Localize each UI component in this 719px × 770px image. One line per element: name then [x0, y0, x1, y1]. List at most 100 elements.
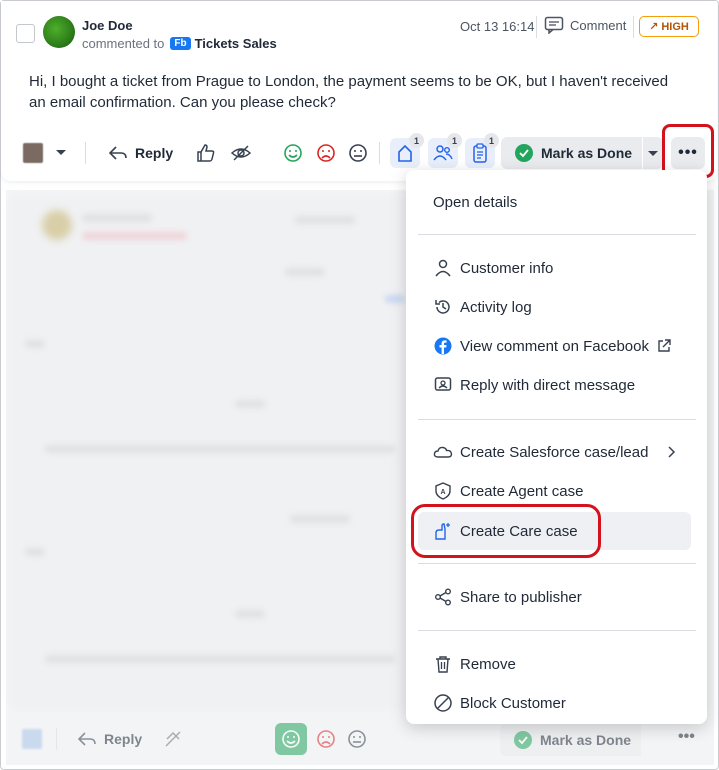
clipboard-counter[interactable]: 1	[465, 133, 499, 168]
person-icon	[433, 258, 453, 278]
care-case-counter[interactable]: 1	[390, 133, 424, 168]
action-text: commented to	[82, 36, 165, 51]
menu-item-remove[interactable]: Remove	[418, 646, 690, 682]
mark-as-done-label: Mark as Done	[541, 145, 633, 161]
check-icon	[514, 731, 532, 749]
bottom-mark-done-button[interactable]: Mark as Done	[500, 724, 641, 756]
bottom-neutral-sentiment-icon[interactable]	[346, 728, 368, 750]
blurred-line	[290, 515, 350, 523]
menu-item-label: Reply with direct message	[460, 376, 636, 394]
divider	[536, 16, 537, 38]
hide-icon[interactable]	[163, 728, 183, 750]
counter-badge: 1	[484, 133, 499, 148]
check-icon	[515, 144, 533, 162]
bottom-reply-button[interactable]: Reply	[78, 728, 142, 750]
bottom-more-button[interactable]: •••	[678, 728, 695, 746]
hide-icon[interactable]	[230, 142, 252, 164]
menu-item-label: Remove	[460, 655, 516, 673]
bottom-reply-label: Reply	[104, 731, 143, 747]
reply-button[interactable]: Reply	[109, 143, 173, 163]
facebook-icon	[433, 336, 453, 356]
positive-sentiment-icon[interactable]	[282, 142, 304, 164]
reply-label: Reply	[135, 145, 174, 161]
menu-item-activity-log[interactable]: Activity log	[418, 289, 690, 325]
divider	[633, 16, 634, 38]
menu-item-label: Block Customer	[460, 694, 566, 712]
menu-item-label: View comment on Facebook	[460, 337, 649, 355]
negative-sentiment-icon[interactable]	[315, 142, 337, 164]
more-options-menu: Open details Customer info Activity log …	[406, 170, 707, 724]
mark-as-done-button[interactable]: Mark as Done	[501, 137, 642, 169]
menu-item-share-to-publisher[interactable]: Share to publisher	[418, 579, 690, 615]
divider	[379, 142, 380, 164]
bottom-toolbar: Reply Mark as Done •••	[0, 720, 716, 760]
menu-item-block-customer[interactable]: Block Customer	[418, 685, 690, 721]
blurred-line	[25, 340, 45, 348]
blurred-line	[82, 214, 152, 222]
trash-icon	[433, 654, 453, 674]
like-icon[interactable]	[195, 142, 217, 164]
blurred-line	[82, 232, 187, 240]
chevron-down-icon	[648, 150, 658, 156]
priority-badge[interactable]: ↗ HIGH	[639, 16, 699, 37]
post-card: Joe Doe commented to Fb Tickets Sales Oc…	[1, 1, 717, 181]
comment-icon	[544, 16, 564, 34]
blurred-line	[45, 445, 395, 453]
reply-arrow-icon	[78, 732, 96, 746]
post-subtitle: commented to Fb Tickets Sales	[82, 36, 277, 51]
reply-arrow-icon	[109, 146, 127, 160]
share-icon	[433, 587, 453, 607]
menu-item-label: Create Salesforce case/lead	[460, 443, 649, 461]
menu-divider	[418, 563, 696, 564]
bottom-negative-sentiment-icon[interactable]	[315, 728, 337, 750]
highlight-create-care-case	[411, 504, 601, 558]
salesforce-cloud-icon	[433, 442, 453, 462]
block-icon	[433, 693, 453, 713]
agent-shield-icon: A	[433, 481, 453, 501]
arrow-up-right-icon: ↗	[649, 21, 659, 33]
menu-item-label: Open details	[433, 193, 518, 211]
blurred-line	[285, 268, 325, 276]
menu-divider	[418, 419, 696, 420]
blurred-line	[235, 610, 265, 618]
select-checkbox[interactable]	[16, 24, 35, 43]
avatar	[43, 16, 75, 48]
menu-item-reply-direct-message[interactable]: Reply with direct message	[418, 367, 690, 403]
svg-text:A: A	[440, 489, 445, 496]
menu-item-label: Activity log	[460, 298, 532, 316]
chevron-down-icon[interactable]	[56, 150, 66, 155]
post-date: Oct 13 16:14	[460, 19, 535, 34]
author-name[interactable]: Joe Doe	[82, 18, 133, 33]
priority-label: HIGH	[661, 20, 689, 33]
direct-message-icon	[433, 375, 453, 395]
channel-name[interactable]: Tickets Sales	[195, 36, 277, 51]
people-counter[interactable]: 1	[428, 133, 462, 168]
external-link-icon	[657, 339, 671, 353]
menu-divider	[418, 630, 696, 631]
mark-as-done-dropdown[interactable]	[643, 137, 663, 169]
menu-item-open-details[interactable]: Open details	[418, 184, 690, 220]
history-icon	[433, 297, 453, 317]
menu-item-label: Share to publisher	[460, 588, 582, 606]
neutral-sentiment-icon[interactable]	[347, 142, 369, 164]
menu-item-create-salesforce[interactable]: Create Salesforce case/lead	[418, 434, 690, 470]
blurred-line	[385, 295, 405, 303]
divider	[56, 728, 57, 750]
menu-item-label: Customer info	[460, 259, 554, 277]
post-toolbar: Reply 1 1 1 Mark as Done •••	[1, 133, 717, 173]
blurred-avatar	[42, 210, 72, 240]
post-message: Hi, I bought a ticket from Prague to Lon…	[29, 73, 669, 111]
blurred-line	[295, 216, 355, 224]
bottom-positive-sentiment-icon[interactable]	[275, 723, 307, 755]
blurred-line	[45, 655, 395, 663]
menu-item-label: Create Agent case	[460, 482, 584, 500]
menu-item-customer-info[interactable]: Customer info	[418, 250, 690, 286]
chevron-right-icon	[668, 446, 676, 458]
divider	[85, 142, 86, 164]
bottom-mark-done-label: Mark as Done	[540, 732, 632, 748]
bottom-swatch[interactable]	[22, 729, 42, 749]
menu-item-view-on-facebook[interactable]: View comment on Facebook	[418, 328, 690, 364]
comment-type-button[interactable]: Comment	[544, 16, 626, 34]
menu-divider	[418, 234, 696, 235]
status-swatch[interactable]	[23, 143, 43, 163]
